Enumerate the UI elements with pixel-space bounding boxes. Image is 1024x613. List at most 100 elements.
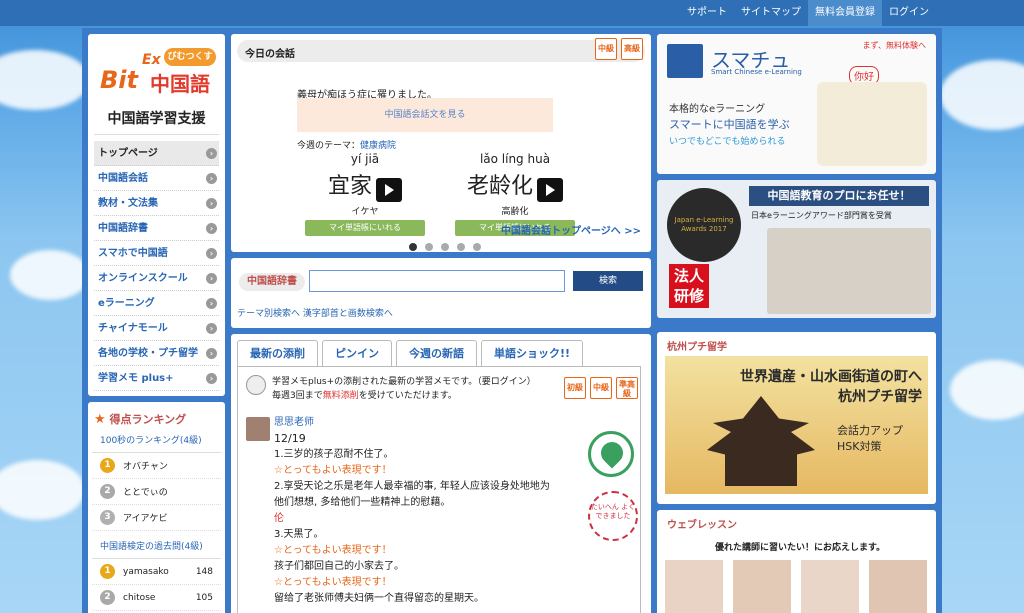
vocab-card: yí jiā 宜家 イケヤ マイ単語帳にいれる — [305, 152, 425, 236]
ranking-link-100s[interactable]: 100秒のランキング(4級) — [92, 431, 221, 453]
memo-tabs: 最新の添削 ピンイン 今週の新語 単語ショック!! — [237, 340, 584, 366]
silver-medal-icon: 2 — [100, 590, 115, 605]
memo-line: 他们想想, 多给他们一些精神上的慰藉。 — [274, 497, 451, 508]
corporate-training-badge: 法人研修 — [669, 264, 709, 308]
people-photo — [767, 228, 931, 314]
sumachu-ad[interactable]: スマチュ Smart Chinese e-Learning まず、無料体験へ 你… — [657, 34, 936, 174]
sidebar-item-elearning[interactable]: eラーニング › — [94, 291, 219, 316]
ranking-name: yamasako — [123, 566, 169, 577]
nav-login-link[interactable]: ログイン — [882, 0, 936, 26]
free-correction-text: 無料添削 — [322, 391, 359, 401]
sumachu-line2: スマートに中国語を学ぶ — [669, 118, 790, 131]
praise-line: ☆とってもよい表現です！ — [274, 465, 392, 476]
teacher-photo[interactable] — [869, 560, 927, 613]
level-beginner-button[interactable]: 初級 — [564, 377, 586, 399]
ranking-row[interactable]: 3 アイアケビ — [92, 505, 221, 531]
sidebar-item-schools[interactable]: 各地の学校・プチ留学 › — [94, 341, 219, 366]
sidebar-item-grammar[interactable]: 教材・文法集 › — [94, 191, 219, 216]
tab-pinyin[interactable]: ピンイン — [322, 340, 392, 366]
carousel-dot[interactable] — [441, 243, 449, 251]
memo-line: 孩子们都回自己的小家去了。 — [274, 561, 404, 572]
chevron-right-icon: › — [206, 173, 217, 184]
play-audio-icon[interactable] — [376, 178, 402, 202]
memo-intro-line: 学習メモplus+の添削された最新の学習メモです。（要ログイン） — [272, 377, 536, 387]
dictionary-search-button[interactable]: 検索 — [573, 271, 643, 291]
level-advanced-button[interactable]: 高級 — [621, 38, 643, 60]
sidebar-item-smartphone[interactable]: スマホで中国語 › — [94, 241, 219, 266]
weblesson-panel: ウェブレッスン 優れた講師に習いたい！にお応えします。 — [657, 510, 936, 613]
logo-bubble: びむつくす — [164, 48, 216, 66]
ranking-row[interactable]: 1 オバチャン — [92, 453, 221, 479]
nav-sitemap-link[interactable]: サイトマップ — [734, 0, 808, 26]
play-audio-icon[interactable] — [537, 178, 563, 202]
award-ad[interactable]: 中国語教育のプロにお任せ！ 日本eラーニングアワード部門賞を受賞 Japan e… — [657, 180, 936, 318]
tab-latest-corrections[interactable]: 最新の添削 — [237, 340, 318, 366]
sidebar-item-label: eラーニング — [98, 298, 155, 309]
teacher-photo[interactable] — [665, 560, 723, 613]
option-hsk: HSK対策 — [837, 440, 882, 453]
sidebar-item-dictionary[interactable]: 中国語辞書 › — [94, 216, 219, 241]
view-conversation-button[interactable]: 中国語会話文を見る — [297, 98, 553, 132]
carousel-dot[interactable] — [457, 243, 465, 251]
chevron-right-icon: › — [206, 273, 217, 284]
hangzhou-banner[interactable]: 世界遺産・山水画街道の町へ 杭州プチ留学 会話力アップ HSK対策 — [665, 356, 928, 494]
ranking-name: オバチャン — [123, 462, 168, 472]
carousel-dot[interactable] — [425, 243, 433, 251]
sidebar-item-china-mall[interactable]: チャイナモール › — [94, 316, 219, 341]
sidebar-item-memo[interactable]: 学習メモ plus+ › — [94, 366, 219, 391]
site-logo[interactable]: Ex びむつくす Bit 中国語 — [88, 34, 225, 100]
ranking-score: 148 — [195, 566, 213, 577]
level-intermediate-button[interactable]: 中級 — [595, 38, 617, 60]
sidebar-item-online-school[interactable]: オンラインスクール › — [94, 266, 219, 291]
dictionary-links[interactable]: テーマ別検索へ 漢字部首と画数検索へ — [237, 306, 393, 319]
sidebar-item-top[interactable]: トップページ › — [94, 141, 219, 166]
conversation-title: 今日の会話 — [245, 49, 295, 60]
chevron-right-icon: › — [206, 373, 217, 384]
teacher-name[interactable]: 思思老师 — [274, 415, 574, 431]
sidebar-menu: トップページ › 中国語会話 › 教材・文法集 › 中国語辞書 › スマホで中国語 › オ… — [94, 141, 219, 391]
ranking-name: アイアケビ — [123, 514, 168, 524]
ranking-link-exam[interactable]: 中国語検定の過去問(4級) — [92, 531, 221, 559]
level-intermediate-button[interactable]: 中級 — [590, 377, 612, 399]
nav-register-link[interactable]: 無料会員登録 — [808, 0, 882, 26]
hangzhou-headline2: 杭州プチ留学 — [838, 389, 922, 405]
memo-entry: 思思老师 12/19 1.三岁的孩子忍耐不住了。 ☆とってもよい表現です！ 2.… — [274, 415, 574, 607]
logo-bit-text: Bit — [100, 66, 138, 94]
weblesson-subtitle: 優れた講師に習いたい！にお応えします。 — [715, 543, 886, 553]
sumachu-line1: 本格的なeラーニング — [669, 104, 766, 115]
intro-text: 毎週3回まで — [272, 391, 323, 401]
memo-panel: 最新の添削 ピンイン 今週の新語 単語ショック!! 学習メモplus+の添削され… — [231, 334, 651, 613]
teacher-photo[interactable] — [733, 560, 791, 613]
ranking-score: 105 — [195, 592, 213, 603]
memo-line: 3.天黑了。 — [274, 529, 324, 540]
ranking-row[interactable]: 1 yamasako 148 — [92, 559, 221, 585]
tab-new-words[interactable]: 今週の新語 — [396, 340, 477, 366]
award-title: 中国語教育のプロにお任せ！ — [749, 186, 929, 206]
panda-icon — [246, 375, 266, 395]
theme-link[interactable]: 健康病院 — [360, 141, 396, 151]
conversation-top-link[interactable]: 中国語会話トップページへ >> — [501, 222, 641, 237]
vocab-pinyin: yí jiā — [350, 152, 380, 166]
add-to-wordbook-button[interactable]: マイ単語帳にいれる — [305, 220, 425, 236]
sidebar-item-label: オンラインスクール — [98, 273, 188, 284]
memo-content: 学習メモplus+の添削された最新の学習メモです。（要ログイン） 毎週3回まで無… — [237, 366, 641, 613]
silver-medal-icon: 2 — [100, 484, 115, 499]
memo-intro: 学習メモplus+の添削された最新の学習メモです。（要ログイン） 毎週3回まで無… — [272, 375, 536, 403]
nav-support-link[interactable]: サポート — [680, 0, 734, 26]
chevron-right-icon: › — [206, 348, 217, 359]
memo-date: 12/19 — [274, 432, 306, 445]
ranking-row[interactable]: 2 chitose 105 — [92, 585, 221, 611]
teacher-photo[interactable] — [801, 560, 859, 613]
memo-intro-line: 毎週3回まで無料添削を受けていただけます。 — [272, 389, 536, 403]
dictionary-search-input[interactable] — [309, 270, 565, 292]
carousel-dot[interactable] — [409, 243, 417, 251]
sidebar-item-conversation[interactable]: 中国語会話 › — [94, 166, 219, 191]
carousel-dot[interactable] — [473, 243, 481, 251]
level-pre-advanced-button[interactable]: 準高級 — [616, 377, 638, 399]
vocab-meaning: イケヤ — [351, 207, 379, 217]
dictionary-panel: 中国語辞書 検索 テーマ別検索へ 漢字部首と画数検索へ — [231, 258, 651, 328]
tab-word-shock[interactable]: 単語ショック!! — [481, 340, 584, 366]
ranking-title: 得点ランキング — [109, 413, 187, 426]
ranking-name: chitose — [123, 592, 156, 603]
ranking-row[interactable]: 2 ととでぃの — [92, 479, 221, 505]
